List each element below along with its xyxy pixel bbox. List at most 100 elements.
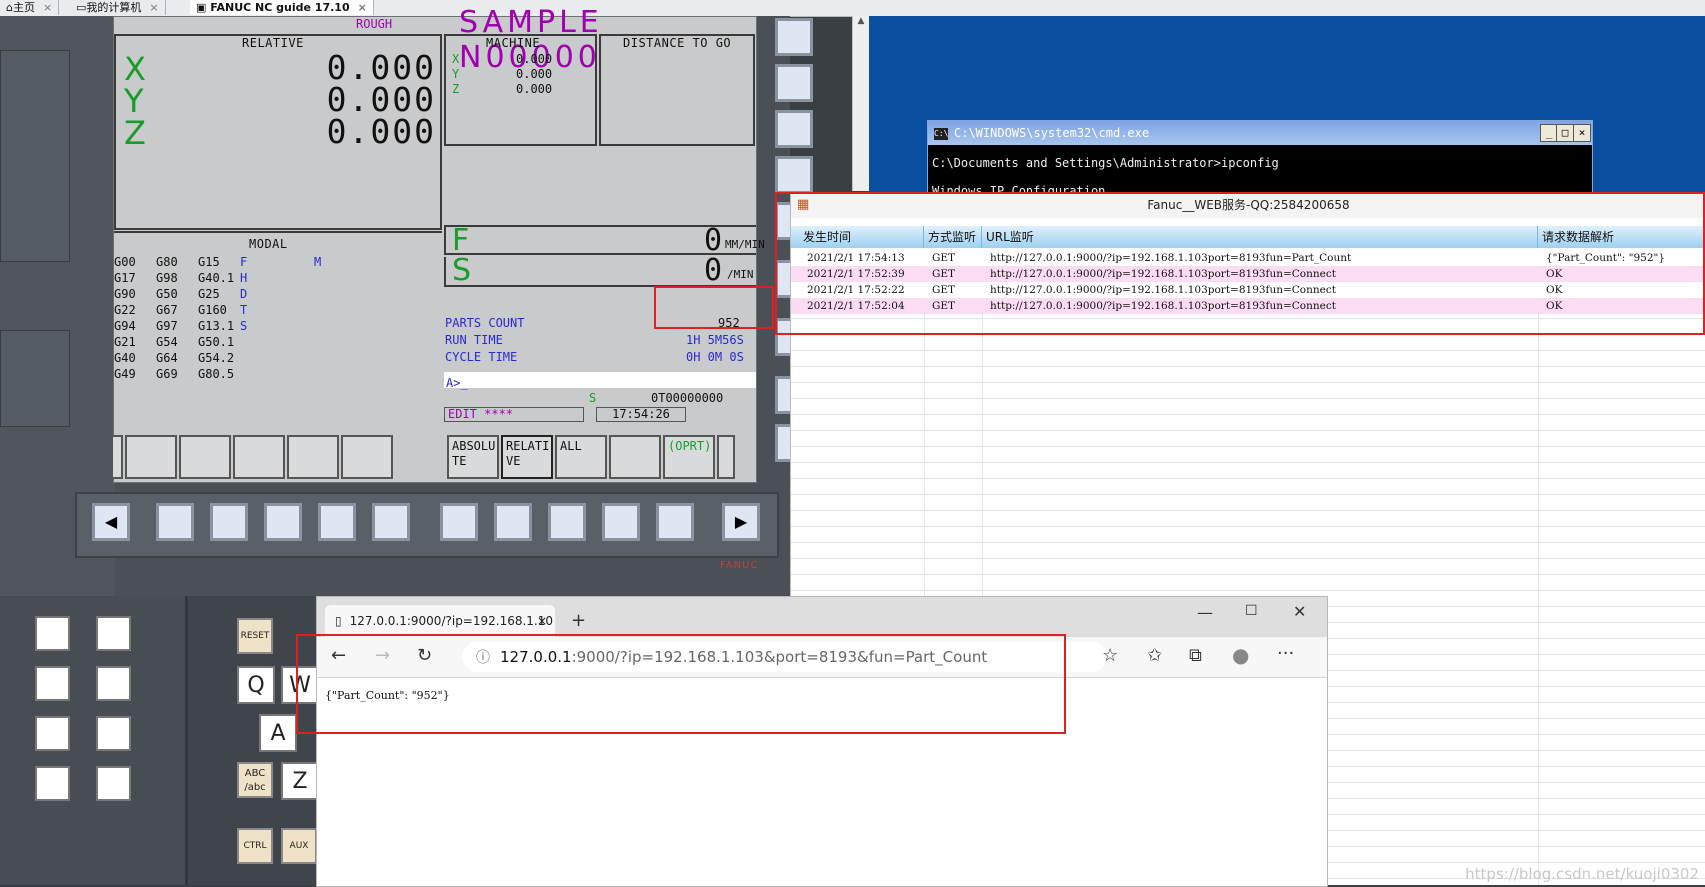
vertical-scrollbar[interactable]: ▲ — [852, 16, 869, 191]
cmd-window: C:\ C:\WINDOWS\system32\cmd.exe _ □ × C:\… — [927, 120, 1593, 198]
key-q[interactable]: Q — [237, 666, 275, 704]
close-icon[interactable]: ✕ — [1293, 602, 1306, 621]
spindle-letter: S — [452, 253, 472, 288]
function-key[interactable] — [602, 503, 640, 541]
close-icon[interactable]: × — [358, 1, 367, 14]
modal-code: G80.5 — [198, 367, 235, 381]
minimize-icon[interactable]: — — [1197, 603, 1213, 622]
collections-icon[interactable]: ⧉ — [1189, 645, 1202, 666]
function-key[interactable] — [156, 503, 194, 541]
keypad-key[interactable] — [96, 716, 131, 751]
grid-line — [791, 574, 1705, 575]
browser-tab[interactable]: ▯ 127.0.0.1:9000/?ip=192.168.1.10 × — [325, 605, 555, 637]
keypad-key[interactable] — [35, 766, 70, 801]
relative-axis-z: Z — [124, 114, 146, 152]
softkey-right[interactable] — [717, 435, 735, 479]
function-key[interactable] — [318, 503, 356, 541]
modal-code: G00 — [114, 255, 136, 269]
side-key[interactable] — [775, 156, 813, 194]
modal-code: T — [240, 303, 248, 317]
add-favorite-icon[interactable]: ☆ — [1102, 645, 1118, 666]
modal-code: G17 — [114, 271, 136, 285]
cmd-title-bar[interactable]: C:\ C:\WINDOWS\system32\cmd.exe _ □ × — [928, 121, 1592, 145]
softkey[interactable] — [287, 435, 339, 479]
top-tab-bar: ⌂主页 × ▭我的计算机 × ▣ FANUC NC guide 17.10 × — [0, 0, 1705, 17]
machine-value-x: 0.000 — [516, 52, 553, 66]
keypad-key[interactable] — [96, 666, 131, 701]
close-icon[interactable]: × — [43, 1, 52, 14]
cnc-screen: ROUGH SAMPLE N00000 RELATIVE X Y Z 0.000… — [111, 5, 765, 483]
edit-status: EDIT **** — [444, 407, 584, 422]
close-tab-icon[interactable]: × — [537, 605, 547, 637]
shift-key[interactable]: ABC /abc — [237, 762, 273, 798]
distance-header: DISTANCE TO GO — [623, 36, 732, 50]
softkey[interactable] — [341, 435, 393, 479]
machine-axis-z: Z — [452, 82, 460, 96]
machine-axis-x: X — [452, 52, 460, 66]
softkey-left[interactable] — [111, 435, 123, 479]
grid-line — [791, 526, 1705, 527]
grid-line — [791, 494, 1705, 495]
modal-code: G90 — [114, 287, 136, 301]
maximize-icon[interactable]: ☐ — [1245, 603, 1258, 619]
input-line[interactable]: A>_ — [444, 372, 756, 390]
softkey[interactable] — [179, 435, 231, 479]
softkey-all[interactable]: ALL — [555, 435, 607, 479]
key-a[interactable]: A — [259, 714, 297, 752]
function-key[interactable] — [264, 503, 302, 541]
modal-code: G160 — [198, 303, 227, 317]
function-key[interactable] — [656, 503, 694, 541]
tab-home[interactable]: ⌂主页 × — [0, 0, 60, 15]
clock: 17:54:26 — [596, 407, 686, 422]
modal-code: F — [240, 255, 248, 269]
feed-unit: MM/MIN — [725, 238, 765, 251]
key-z[interactable]: Z — [281, 762, 319, 800]
scroll-up-icon[interactable]: ▲ — [853, 16, 869, 26]
close-button[interactable]: × — [1573, 124, 1591, 142]
function-key[interactable] — [440, 503, 478, 541]
modal-code: G49 — [114, 367, 136, 381]
more-icon[interactable]: ··· — [1277, 643, 1294, 664]
softkey[interactable] — [233, 435, 285, 479]
aux-key[interactable]: AUX — [281, 828, 317, 864]
modal-code: G15 — [198, 255, 220, 269]
softkey-oprt[interactable]: (OPRT) — [663, 435, 715, 479]
softkey[interactable] — [125, 435, 177, 479]
keypad-key[interactable] — [35, 716, 70, 751]
side-key[interactable] — [775, 18, 813, 56]
keypad-key[interactable] — [96, 616, 131, 651]
grid-line — [791, 558, 1705, 559]
profile-icon[interactable]: ● — [1232, 643, 1249, 667]
machine-axis-y: Y — [452, 67, 460, 81]
prev-page-button[interactable]: ◀ — [92, 503, 130, 541]
function-key[interactable] — [372, 503, 410, 541]
keypad-key[interactable] — [96, 766, 131, 801]
tab-fanuc-nc-guide[interactable]: ▣ FANUC NC guide 17.10 × — [190, 0, 374, 15]
side-key[interactable] — [775, 64, 813, 102]
tab-my-computer[interactable]: ▭我的计算机 × — [70, 0, 166, 15]
favorites-icon[interactable]: ✩ — [1147, 645, 1162, 666]
modal-code: M — [314, 255, 322, 269]
softkey-relative[interactable]: RELATI VE — [501, 435, 553, 479]
grid-line — [791, 398, 1705, 399]
cmd-line: C:\Documents and Settings\Administrator>… — [932, 156, 1279, 170]
close-icon[interactable]: × — [149, 1, 158, 14]
ctrl-key[interactable]: CTRL — [237, 828, 273, 864]
function-key[interactable] — [210, 503, 248, 541]
softkey-absolute[interactable]: ABSOLU TE — [447, 435, 499, 479]
distance-to-go-box: DISTANCE TO GO — [599, 34, 755, 146]
tab-my-computer-label: 我的计算机 — [86, 1, 142, 14]
keypad-key[interactable] — [35, 616, 70, 651]
cycle-time-label: CYCLE TIME — [445, 350, 518, 364]
maximize-button[interactable]: □ — [1556, 124, 1574, 142]
side-key[interactable] — [775, 110, 813, 148]
cmd-title: C:\WINDOWS\system32\cmd.exe — [954, 126, 1150, 140]
softkey-blank[interactable] — [609, 435, 661, 479]
new-tab-icon[interactable]: + — [571, 605, 586, 637]
next-page-button[interactable]: ▶ — [722, 503, 760, 541]
reset-key[interactable]: RESET — [237, 618, 273, 654]
relative-value-z: 0.000 — [326, 112, 436, 151]
function-key[interactable] — [494, 503, 532, 541]
function-key[interactable] — [548, 503, 586, 541]
keypad-key[interactable] — [35, 666, 70, 701]
